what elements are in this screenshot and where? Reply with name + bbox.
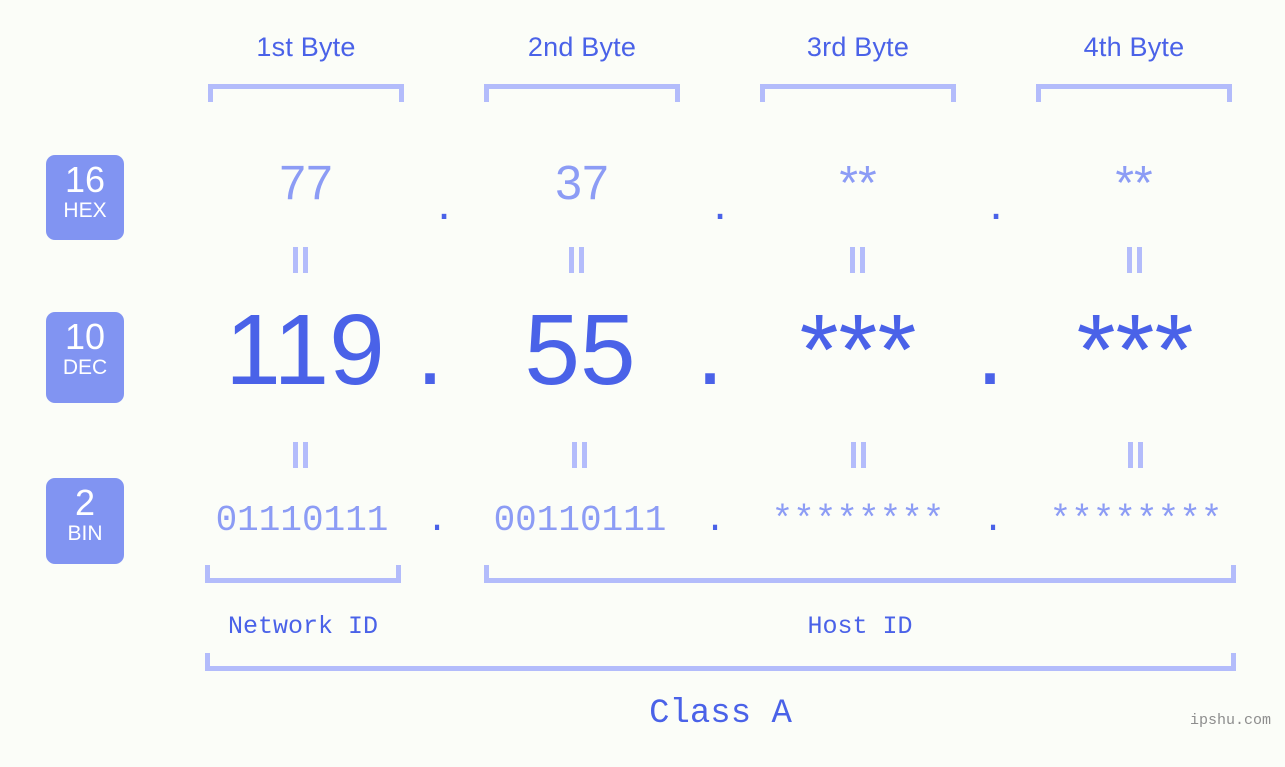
class-label: Class A xyxy=(649,695,792,733)
network-id-bracket xyxy=(205,565,401,583)
dec-byte-3: *** xyxy=(799,294,917,406)
watermark: ipshu.com xyxy=(1189,712,1271,729)
bin-dot-3: . xyxy=(982,500,1004,541)
dec-byte-1: 119 xyxy=(225,294,385,406)
hex-byte-3: ** xyxy=(839,157,877,210)
bin-byte-4: ******** xyxy=(1049,500,1223,541)
base-badge-dec-number: 10 xyxy=(64,316,106,357)
ip-address-breakdown-diagram: 1st Byte 2nd Byte 3rd Byte 4th Byte 16 H… xyxy=(0,0,1285,767)
base-badge-bin-label: BIN xyxy=(67,522,103,545)
byte-bracket-top-3 xyxy=(760,84,956,102)
byte-bracket-top-2 xyxy=(484,84,680,102)
byte-header-1: 1st Byte xyxy=(256,32,356,62)
equals-separator-hex-dec-2 xyxy=(569,247,585,273)
hex-byte-4: ** xyxy=(1115,157,1153,210)
base-badge-dec-label: DEC xyxy=(62,356,108,379)
bin-byte-2: 00110111 xyxy=(493,500,667,541)
dec-dot-3: . xyxy=(976,294,1004,406)
equals-separator-hex-dec-4 xyxy=(1127,247,1143,273)
dec-dot-2: . xyxy=(696,294,724,406)
equals-separator-dec-bin-3 xyxy=(851,442,867,468)
dec-byte-4: *** xyxy=(1076,294,1194,406)
base-badge-hex: 16 HEX xyxy=(46,155,124,240)
byte-bracket-top-1 xyxy=(208,84,404,102)
dec-dot-1: . xyxy=(416,294,444,406)
base-badge-bin-number: 2 xyxy=(74,482,96,523)
base-badge-hex-number: 16 xyxy=(64,159,106,200)
host-id-bracket xyxy=(484,565,1236,583)
byte-header-2: 2nd Byte xyxy=(527,32,637,62)
host-id-label: Host ID xyxy=(807,612,913,641)
class-bracket xyxy=(205,653,1236,671)
hex-dot-3: . xyxy=(989,177,1003,230)
bin-dot-2: . xyxy=(704,500,726,541)
hex-byte-2: 37 xyxy=(555,157,609,210)
bin-byte-1: 01110111 xyxy=(215,500,389,541)
base-badge-hex-label: HEX xyxy=(63,199,107,222)
equals-separator-dec-bin-1 xyxy=(293,442,309,468)
hex-dot-1: . xyxy=(437,177,451,230)
equals-separator-dec-bin-4 xyxy=(1128,442,1144,468)
dec-byte-2: 55 xyxy=(524,294,636,406)
base-badge-bin: 2 BIN xyxy=(46,478,124,564)
byte-bracket-top-4 xyxy=(1036,84,1232,102)
hex-byte-1: 77 xyxy=(279,157,333,210)
bin-byte-3: ******** xyxy=(771,500,945,541)
base-badge-dec: 10 DEC xyxy=(46,312,124,403)
hex-dot-2: . xyxy=(713,177,727,230)
byte-header-4: 4th Byte xyxy=(1083,32,1185,62)
equals-separator-hex-dec-3 xyxy=(850,247,866,273)
equals-separator-hex-dec-1 xyxy=(293,247,309,273)
bin-dot-1: . xyxy=(426,500,448,541)
byte-header-3: 3rd Byte xyxy=(806,32,910,62)
equals-separator-dec-bin-2 xyxy=(572,442,588,468)
network-id-label: Network ID xyxy=(227,612,379,641)
